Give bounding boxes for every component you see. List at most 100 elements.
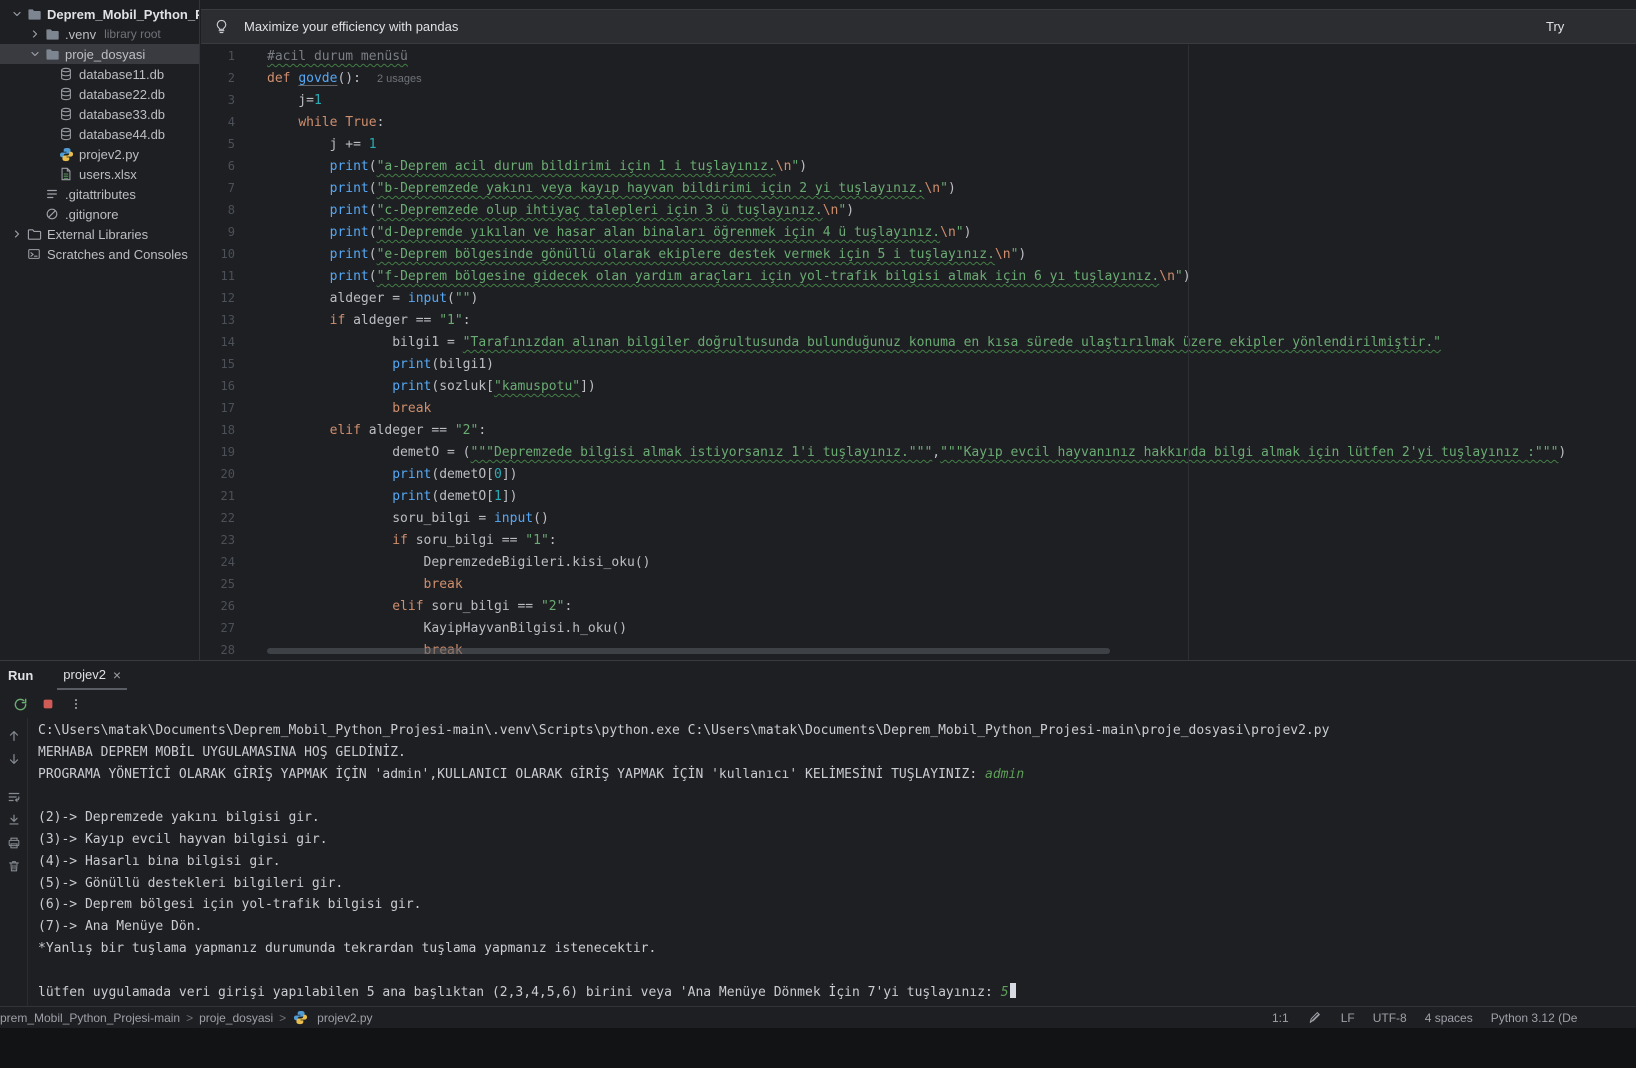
file-encoding[interactable]: UTF-8 xyxy=(1373,1011,1407,1025)
taskbar-area xyxy=(0,1028,1636,1068)
line-number: 23 xyxy=(201,529,235,551)
console-line: (7)-> Ana Menüye Dön. xyxy=(38,916,1636,938)
console-line: PROGRAMA YÖNETİCİ OLARAK GİRİŞ YAPMAK İÇ… xyxy=(38,764,1636,786)
code-line[interactable]: 8 print("c-Depremzede olup ihtiyaç talep… xyxy=(201,199,1636,221)
code-line[interactable]: 6 print("a-Deprem acil durum bildirimi i… xyxy=(201,155,1636,177)
code-line[interactable]: 21 print(demetO[1]) xyxy=(201,485,1636,507)
more-options-icon[interactable] xyxy=(68,696,84,712)
soft-wrap-icon[interactable] xyxy=(6,789,22,805)
tree-item-scratches-and-consoles[interactable]: Scratches and Consoles xyxy=(0,244,199,264)
scroll-to-end-icon[interactable] xyxy=(6,812,22,828)
code-line[interactable]: 13 if aldeger == "1": xyxy=(201,309,1636,331)
console-output[interactable]: C:\Users\matak\Documents\Deprem_Mobil_Py… xyxy=(38,720,1636,1003)
tree-item-deprem-mobil-python-proj[interactable]: Deprem_Mobil_Python_Proj xyxy=(0,4,199,24)
chevron-down-icon[interactable] xyxy=(26,48,44,60)
code-line[interactable]: 3 j=1 xyxy=(201,89,1636,111)
editor-pane[interactable]: Maximize your efficiency with pandas Try… xyxy=(201,0,1636,660)
chevron-down-icon[interactable] xyxy=(8,8,26,20)
console-line: *Yanlış bir tuşlama yapmanız durumunda t… xyxy=(38,938,1636,960)
tree-item-venv[interactable]: .venvlibrary root xyxy=(0,24,199,44)
tree-item-label: users.xlsx xyxy=(79,167,137,182)
console-line: lütfen uygulamada veri girişi yapılabile… xyxy=(38,982,1636,1004)
line-number: 18 xyxy=(201,419,235,441)
line-number: 14 xyxy=(201,331,235,353)
code-line[interactable]: 5 j += 1 xyxy=(201,133,1636,155)
code-line[interactable]: 14 bilgi1 = "Tarafınızdan alınan bilgile… xyxy=(201,331,1636,353)
code-line[interactable]: 11 print("f-Deprem bölgesine gidecek ola… xyxy=(201,265,1636,287)
rerun-icon[interactable] xyxy=(12,696,28,712)
tree-item-external-libraries[interactable]: External Libraries xyxy=(0,224,199,244)
code-line[interactable]: 9 print("d-Depremde yıkılan ve hasar ala… xyxy=(201,221,1636,243)
readonly-icon[interactable] xyxy=(1307,1010,1323,1026)
code-line[interactable]: 20 print(demetO[0]) xyxy=(201,463,1636,485)
code-line[interactable]: 12 aldeger = input("") xyxy=(201,287,1636,309)
database-icon xyxy=(58,66,74,82)
code-line[interactable]: 22 soru_bilgi = input() xyxy=(201,507,1636,529)
code-line[interactable]: 23 if soru_bilgi == "1": xyxy=(201,529,1636,551)
tree-item-proje-dosyasi[interactable]: proje_dosyasi xyxy=(0,44,199,64)
database-icon xyxy=(58,86,74,102)
tree-item-projev2-py[interactable]: projev2.py xyxy=(0,144,199,164)
tree-item-database11-db[interactable]: database11.db xyxy=(0,64,199,84)
banner-try-link[interactable]: Try xyxy=(1546,19,1564,34)
run-tab-projev2[interactable]: projev2 × xyxy=(57,661,127,690)
tree-item-users-xlsx[interactable]: users.xlsx xyxy=(0,164,199,184)
console-line: C:\Users\matak\Documents\Deprem_Mobil_Py… xyxy=(38,720,1636,742)
gitignore-icon xyxy=(44,206,60,222)
code-line[interactable]: 27 KayipHayvanBilgisi.h_oku() xyxy=(201,617,1636,639)
close-tab-icon[interactable]: × xyxy=(113,668,121,682)
code-line[interactable]: 17 break xyxy=(201,397,1636,419)
console-text: (6)-> Deprem bölgesi için yol-trafik bil… xyxy=(38,897,422,912)
code-line[interactable]: 1#acil durum menüsü xyxy=(201,45,1636,67)
tree-item-suffix: library root xyxy=(104,27,161,41)
code-line[interactable]: 4 while True: xyxy=(201,111,1636,133)
code-line[interactable]: 26 elif soru_bilgi == "2": xyxy=(201,595,1636,617)
user-input-text: admin xyxy=(985,767,1024,782)
console-line: (2)-> Depremzede yakını bilgisi gir. xyxy=(38,807,1636,829)
tree-item-label: .gitignore xyxy=(65,207,118,222)
breadcrumb-item-prem-mobil-python-projesi-main[interactable]: prem_Mobil_Python_Projesi-main xyxy=(0,1011,180,1025)
breadcrumb-item-projev2-py[interactable]: projev2.py xyxy=(292,1010,372,1026)
external-libraries-icon xyxy=(26,226,42,242)
code-line[interactable]: 15 print(bilgi1) xyxy=(201,353,1636,375)
chevron-right-icon[interactable] xyxy=(8,228,26,240)
console-line: MERHABA DEPREM MOBİL UYGULAMASINA HOŞ GE… xyxy=(38,742,1636,764)
code-area[interactable]: 1#acil durum menüsü2def govde():2 usages… xyxy=(201,45,1636,660)
code-line[interactable]: 2def govde():2 usages xyxy=(201,67,1636,89)
stop-icon[interactable] xyxy=(40,696,56,712)
code-line[interactable]: 24 DepremzedeBigileri.kisi_oku() xyxy=(201,551,1636,573)
tree-item-database33-db[interactable]: database33.db xyxy=(0,104,199,124)
python-interpreter[interactable]: Python 3.12 (De xyxy=(1491,1011,1578,1025)
tree-item-label: Scratches and Consoles xyxy=(47,247,188,262)
tree-item-database44-db[interactable]: database44.db xyxy=(0,124,199,144)
console-text: (2)-> Depremzede yakını bilgisi gir. xyxy=(38,810,320,825)
code-line[interactable]: 25 break xyxy=(201,573,1636,595)
print-icon[interactable] xyxy=(6,835,22,851)
line-number: 9 xyxy=(201,221,235,243)
horizontal-scrollbar[interactable] xyxy=(267,648,1110,654)
chevron-right-icon[interactable] xyxy=(26,28,44,40)
line-number: 11 xyxy=(201,265,235,287)
code-line[interactable]: 10 print("e-Deprem bölgesinde gönüllü ol… xyxy=(201,243,1636,265)
line-number: 5 xyxy=(201,133,235,155)
code-line[interactable]: 19 demetO = ("""Depremzede bilgisi almak… xyxy=(201,441,1636,463)
arrow-up-icon[interactable] xyxy=(6,728,22,744)
clear-console-icon[interactable] xyxy=(6,858,22,874)
line-number: 20 xyxy=(201,463,235,485)
code-line[interactable]: 18 elif aldeger == "2": xyxy=(201,419,1636,441)
indent-style[interactable]: 4 spaces xyxy=(1425,1011,1473,1025)
caret-position[interactable]: 1:1 xyxy=(1272,1011,1289,1025)
code-line[interactable]: 7 print("b-Depremzede yakını veya kayıp … xyxy=(201,177,1636,199)
code-line[interactable]: 16 print(sozluk["kamuspotu"]) xyxy=(201,375,1636,397)
database-icon xyxy=(58,126,74,142)
line-number: 4 xyxy=(201,111,235,133)
tree-item-gitattributes[interactable]: .gitattributes xyxy=(0,184,199,204)
line-separator[interactable]: LF xyxy=(1341,1011,1355,1025)
tree-item-database22-db[interactable]: database22.db xyxy=(0,84,199,104)
console-text: (7)-> Ana Menüye Dön. xyxy=(38,919,202,934)
python-icon xyxy=(58,146,74,162)
tree-item-gitignore[interactable]: .gitignore xyxy=(0,204,199,224)
line-number: 21 xyxy=(201,485,235,507)
arrow-down-icon[interactable] xyxy=(6,751,22,767)
breadcrumb-item-proje-dosyasi[interactable]: proje_dosyasi xyxy=(199,1011,273,1025)
